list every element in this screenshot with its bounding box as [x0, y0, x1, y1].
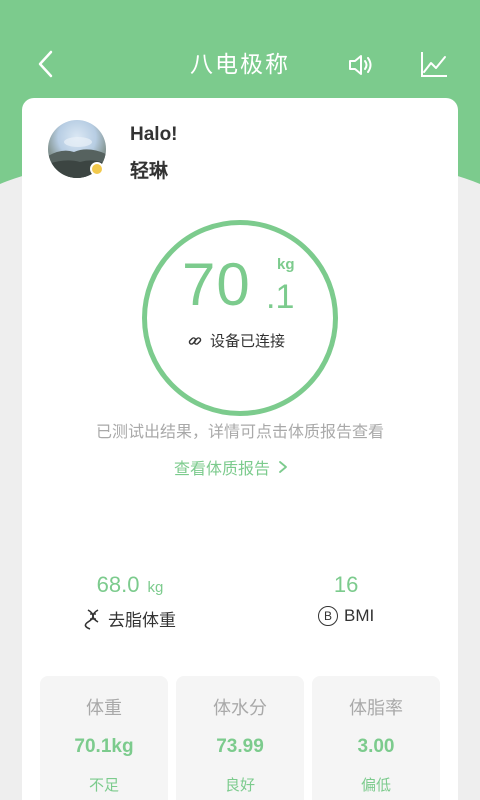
- lean-mass-stat: 68.0 kg 去脂体重: [84, 572, 176, 631]
- metric-body-water-card[interactable]: 体水分 73.99 良好: [176, 676, 304, 800]
- metric-value: 70.1kg: [74, 736, 134, 757]
- sound-button[interactable]: [346, 50, 376, 80]
- link-icon: [188, 336, 202, 345]
- page-title: 八电极称: [190, 52, 290, 78]
- device-status-label: 设备已连接: [210, 332, 286, 350]
- metric-weight-card[interactable]: 体重 70.1kg 不足: [40, 676, 168, 800]
- metric-status: 良好: [224, 776, 255, 794]
- bmi-label: BMI: [344, 606, 375, 625]
- dna-icon: [84, 608, 99, 630]
- result-hint: 已测试出结果，详情可点击体质报告查看: [95, 422, 384, 441]
- weight-integer: 70: [182, 251, 251, 318]
- metric-value: 73.99: [216, 736, 264, 757]
- metric-status: 偏低: [360, 776, 391, 794]
- metric-value: 3.00: [357, 736, 395, 757]
- device-status: 设备已连接: [188, 330, 285, 351]
- chevron-left-icon: [38, 50, 53, 78]
- lean-mass-value: 68.0: [96, 572, 140, 597]
- metric-name: 体重: [86, 698, 122, 719]
- metric-name: 体水分: [213, 698, 267, 719]
- metric-body-fat-card[interactable]: 体脂率 3.00 偏低: [312, 676, 440, 800]
- top-bar: 八电极称: [0, 30, 480, 94]
- weight-decimal: .1: [266, 278, 295, 316]
- main-card: Halo! 轻琳 70 kg .1 设备已连接 已测试出结果，详情可点击体质报告…: [22, 98, 458, 800]
- back-button[interactable]: [30, 46, 60, 82]
- metric-name: 体脂率: [349, 698, 403, 719]
- metric-status: 不足: [88, 776, 119, 794]
- view-report-label: 查看体质报告: [174, 459, 271, 478]
- speaker-icon: [349, 55, 372, 75]
- bmi-stat: 16 B BMI: [318, 572, 374, 626]
- lean-mass-label: 去脂体重: [108, 611, 176, 631]
- greeting-text: Halo!: [130, 124, 178, 145]
- bmi-badge-icon: B: [318, 606, 338, 626]
- vip-badge: [90, 162, 104, 176]
- weight-unit: kg: [277, 256, 295, 273]
- view-report-link[interactable]: 查看体质报告: [174, 455, 288, 479]
- trend-chart-button[interactable]: [418, 48, 450, 80]
- trend-chart-icon: [421, 52, 447, 77]
- bmi-value: 16: [333, 572, 359, 597]
- chevron-right-icon: [279, 461, 287, 473]
- lean-mass-unit: kg: [147, 579, 164, 596]
- username: 轻琳: [130, 160, 169, 182]
